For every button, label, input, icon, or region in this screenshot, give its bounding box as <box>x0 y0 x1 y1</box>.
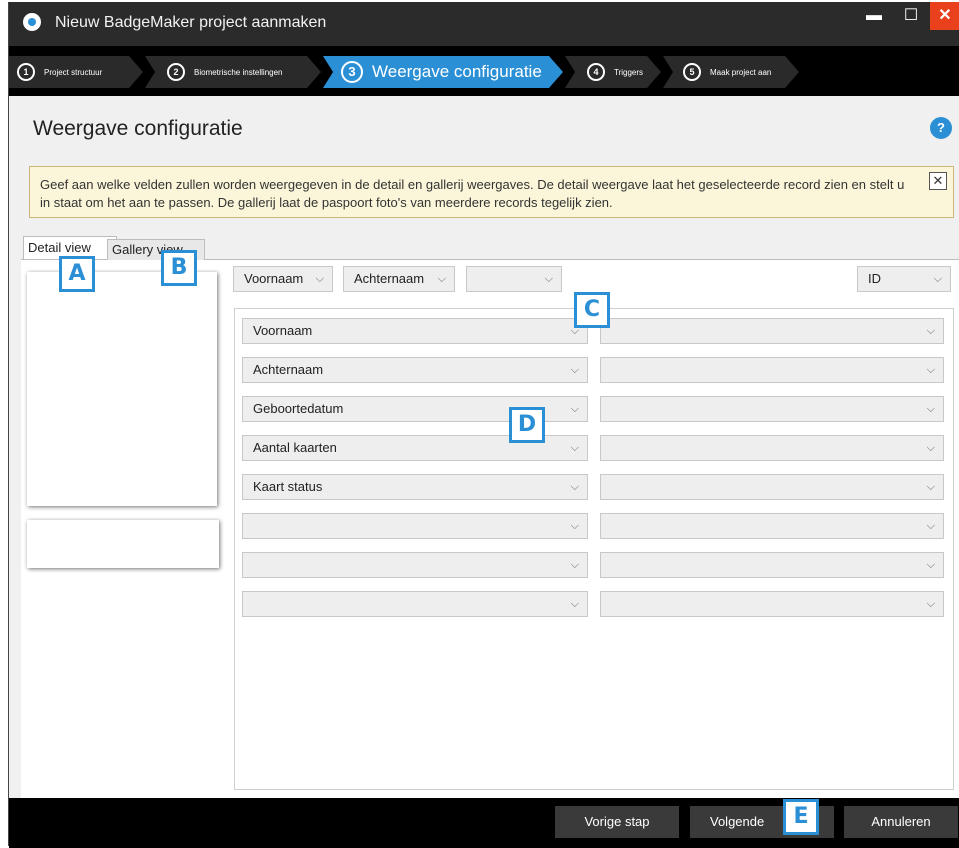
chevron-down-icon: ⌵ <box>570 442 579 454</box>
step-number: 3 <box>341 61 363 83</box>
chevron-down-icon: ⌵ <box>926 403 935 415</box>
select-value: Geboortedatum <box>253 401 344 416</box>
callout-c: C <box>574 292 610 328</box>
info-close-button[interactable]: ✕ <box>929 172 947 190</box>
chevron-down-icon: ⌵ <box>926 559 935 571</box>
field-name-select[interactable]: Voornaam ⌵ <box>242 318 588 344</box>
field-value-select[interactable]: ⌵ <box>600 513 944 539</box>
field-value-select[interactable]: ⌵ <box>600 474 944 500</box>
chevron-down-icon: ⌵ <box>570 481 579 493</box>
select-value: Kaart status <box>253 479 323 494</box>
step-weergave-configuratie[interactable]: 3 Weergave configuratie <box>323 56 563 88</box>
window-title: Nieuw BadgeMaker project aanmaken <box>55 14 327 31</box>
field-value-select[interactable]: ⌵ <box>600 435 944 461</box>
chevron-down-icon: ⌵ <box>926 442 935 454</box>
field-name-select[interactable]: Kaart status ⌵ <box>242 474 588 500</box>
chevron-down-icon: ⌵ <box>570 364 579 376</box>
chevron-down-icon: ⌵ <box>437 273 446 285</box>
chevron-down-icon: ⌵ <box>933 273 942 285</box>
caption-placeholder <box>27 520 219 568</box>
step-label: Maak project aan <box>710 67 772 77</box>
help-icon[interactable]: ? <box>930 117 952 139</box>
wizard-steps: 1 Project structuur 2 Biometrische inste… <box>9 46 959 96</box>
step-project-structuur[interactable]: 1 Project structuur <box>9 56 143 88</box>
step-biometrische-instellingen[interactable]: 2 Biometrische instellingen <box>145 56 321 88</box>
minimize-button[interactable]: ▬ <box>859 2 889 30</box>
chevron-down-icon: ⌵ <box>926 325 935 337</box>
field-value-select[interactable]: ⌵ <box>600 552 944 578</box>
header-field-1-select[interactable]: Voornaam ⌵ <box>233 266 333 292</box>
field-name-select[interactable]: ⌵ <box>242 513 588 539</box>
field-value-select[interactable]: ⌵ <box>600 396 944 422</box>
select-value: Voornaam <box>244 271 304 286</box>
page-title: Weergave configuratie <box>33 117 243 140</box>
callout-e: E <box>783 799 819 835</box>
maximize-button[interactable]: ☐ <box>896 2 926 30</box>
select-value: Achternaam <box>253 362 324 377</box>
chevron-down-icon: ⌵ <box>926 520 935 532</box>
info-text: Geef aan welke velden zullen worden weer… <box>40 177 905 210</box>
field-value-select[interactable]: ⌵ <box>600 357 944 383</box>
step-label: Weergave configuratie <box>372 62 542 81</box>
field-name-select[interactable]: Achternaam ⌵ <box>242 357 588 383</box>
chevron-down-icon: ⌵ <box>570 520 579 532</box>
app-window: Nieuw BadgeMaker project aanmaken ▬ ☐ ✕ … <box>8 2 959 848</box>
previous-step-button[interactable]: Vorige stap <box>555 806 679 838</box>
step-maak-project-aan[interactable]: 5 Maak project aan <box>663 56 799 88</box>
step-label: Biometrische instellingen <box>194 67 283 77</box>
chevron-down-icon: ⌵ <box>570 598 579 610</box>
chevron-down-icon: ⌵ <box>570 403 579 415</box>
chevron-down-icon: ⌵ <box>570 559 579 571</box>
app-logo-icon <box>23 13 41 31</box>
step-label: Project structuur <box>44 67 103 77</box>
select-value: Voornaam <box>253 323 313 338</box>
field-name-select[interactable]: ⌵ <box>242 552 588 578</box>
header-field-2-select[interactable]: Achternaam ⌵ <box>343 266 455 292</box>
step-number: 2 <box>167 63 185 81</box>
chevron-down-icon: ⌵ <box>544 273 553 285</box>
step-number: 4 <box>587 63 605 81</box>
photo-placeholder <box>27 272 217 506</box>
callout-a: A <box>59 256 95 292</box>
step-triggers[interactable]: 4 Triggers <box>565 56 661 88</box>
title-bar: Nieuw BadgeMaker project aanmaken ▬ ☐ ✕ <box>9 2 959 46</box>
header-field-3-select[interactable]: ⌵ <box>466 266 562 292</box>
step-number: 1 <box>17 63 35 81</box>
step-number: 5 <box>683 63 701 81</box>
field-name-select[interactable]: ⌵ <box>242 591 588 617</box>
select-value: Aantal kaarten <box>253 440 337 455</box>
callout-b: B <box>161 250 197 286</box>
select-value: Achternaam <box>354 271 425 286</box>
chevron-down-icon: ⌵ <box>315 273 324 285</box>
info-banner: Geef aan welke velden zullen worden weer… <box>29 166 954 218</box>
field-value-select[interactable]: ⌵ <box>600 318 944 344</box>
header-id-select[interactable]: ID ⌵ <box>857 266 951 292</box>
callout-d: D <box>509 407 545 443</box>
field-value-select[interactable]: ⌵ <box>600 591 944 617</box>
chevron-down-icon: ⌵ <box>926 598 935 610</box>
select-value: ID <box>868 271 881 286</box>
step-label: Triggers <box>614 67 644 77</box>
close-window-button[interactable]: ✕ <box>930 2 959 30</box>
chevron-down-icon: ⌵ <box>926 364 935 376</box>
chevron-down-icon: ⌵ <box>926 481 935 493</box>
cancel-button[interactable]: Annuleren <box>844 806 958 838</box>
